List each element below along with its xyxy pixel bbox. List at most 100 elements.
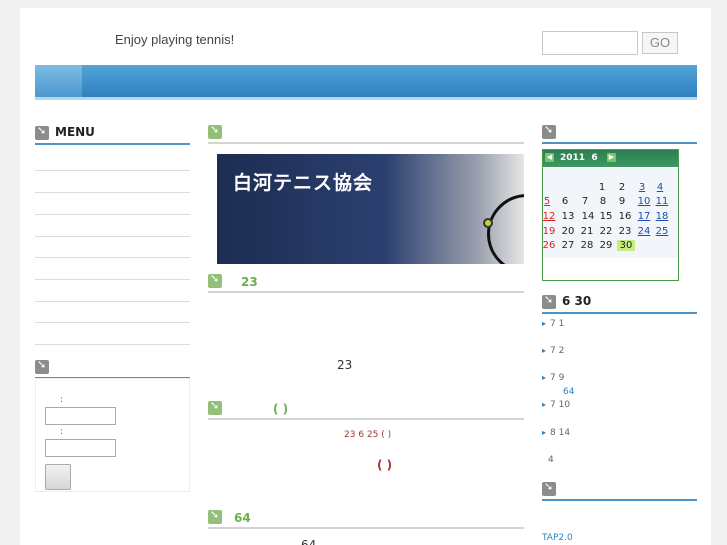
calendar-day: 22: [599, 226, 613, 237]
menu-item[interactable]: [35, 279, 190, 280]
update-item[interactable]: ▸ 7 1: [542, 319, 564, 329]
calendar-day: 26: [542, 240, 556, 251]
calendar-title-bar: ◀ 2011 6 ▶: [543, 150, 678, 167]
calendar-month-number: 6: [591, 153, 598, 163]
arrow-icon: [208, 123, 222, 139]
calendar-day: 20: [561, 226, 575, 237]
news-title-2[interactable]: ( ): [273, 402, 288, 416]
arrow-icon: [208, 399, 222, 415]
update-item[interactable]: ▸ 7 10: [542, 400, 570, 410]
news-header-3: 64: [208, 508, 524, 529]
menu-header: MENU: [35, 124, 190, 145]
menu-item[interactable]: [35, 170, 190, 171]
menu-item[interactable]: [35, 236, 190, 237]
calendar-day-link[interactable]: 17: [635, 211, 653, 222]
calendar-day-link[interactable]: 3: [633, 182, 651, 193]
update-item-label: 7 9: [550, 373, 565, 383]
news-title-3[interactable]: 64: [234, 511, 251, 525]
login-button[interactable]: [45, 464, 71, 490]
update-sub-link[interactable]: 64: [563, 387, 574, 397]
password-field[interactable]: [45, 439, 116, 457]
calendar-day: 23: [618, 226, 632, 237]
calendar-day-link[interactable]: 18: [653, 211, 671, 222]
bullet-arrow-icon: ▸: [542, 428, 547, 437]
update-count: 4: [548, 455, 554, 465]
banner-header: [208, 123, 524, 144]
calendar-day: 21: [580, 226, 594, 237]
page: Enjoy playing tennis! GO MENU : : 白河テニス協…: [20, 8, 711, 545]
calendar-day: 27: [561, 240, 575, 251]
menu-item[interactable]: [35, 192, 190, 193]
calendar-day-link[interactable]: 11: [653, 196, 671, 207]
ball-graphic: [483, 218, 493, 228]
calendar: ◀ 2011 6 ▶ 1 2 3 4 5 6 7 8 9 10 11 12 13…: [542, 149, 679, 281]
bullet-arrow-icon: ▸: [542, 319, 547, 328]
calendar-day-today: 30: [617, 240, 635, 251]
calendar-day: 15: [599, 211, 613, 222]
update-item-label: 7 10: [550, 400, 571, 410]
calendar-day: 1: [598, 182, 606, 193]
update-item-label: 7 2: [550, 346, 565, 356]
prev-arrow-icon[interactable]: ◀: [545, 153, 554, 162]
racket-graphic: [487, 194, 524, 264]
update-item[interactable]: ▸ 7 9: [542, 373, 564, 383]
calendar-day: 16: [618, 211, 632, 222]
calendar-day: 7: [581, 196, 589, 207]
calendar-day-link[interactable]: 10: [635, 196, 653, 207]
update-item[interactable]: ▸ 7 2: [542, 346, 564, 356]
login-box: : :: [35, 378, 190, 492]
user-label: :: [60, 395, 64, 405]
arrow-icon: [542, 293, 556, 309]
next-arrow-icon[interactable]: ▶: [607, 153, 616, 162]
calendar-day: 28: [580, 240, 594, 251]
tap-link[interactable]: TAP2.0: [542, 533, 573, 543]
arrow-icon: [542, 480, 556, 496]
go-button[interactable]: GO: [642, 32, 678, 54]
bullet-arrow-icon: ▸: [542, 346, 547, 355]
search-input[interactable]: [542, 31, 638, 55]
calendar-day: 29: [599, 240, 613, 251]
news-body-2: ( ): [377, 458, 393, 472]
menu-title: MENU: [55, 125, 95, 139]
calendar-header: [542, 123, 697, 144]
calendar-day: 8: [599, 196, 607, 207]
news-body-1: 23: [337, 358, 353, 372]
calendar-day-link[interactable]: 12: [540, 211, 558, 222]
menu-item[interactable]: [35, 214, 190, 215]
news-header-1: 23: [208, 272, 524, 293]
news-title-1[interactable]: 23: [241, 275, 258, 289]
calendar-day-link[interactable]: 25: [653, 226, 671, 237]
arrow-icon: [35, 124, 49, 140]
nav-bar: [35, 65, 697, 100]
calendar-day: 6: [561, 196, 569, 207]
banner-image: 白河テニス協会: [217, 154, 524, 264]
update-item[interactable]: ▸ 8 14: [542, 428, 570, 438]
updates-title: 6 30: [562, 294, 592, 308]
menu-item[interactable]: [35, 257, 190, 258]
bullet-arrow-icon: ▸: [542, 373, 547, 382]
password-label: :: [60, 427, 64, 437]
update-item-label: 7 1: [550, 319, 565, 329]
calendar-day-link[interactable]: 24: [635, 226, 653, 237]
calendar-day: 14: [581, 211, 595, 222]
calendar-day-link[interactable]: 4: [651, 182, 669, 193]
news-body-3: 64: [301, 538, 317, 545]
menu-item[interactable]: [35, 322, 190, 323]
nav-home-tab[interactable]: [35, 65, 82, 97]
login-header: [35, 358, 190, 379]
banner-title: 白河テニス協会: [233, 172, 374, 194]
menu-item[interactable]: [35, 301, 190, 302]
news-date-2: 23 6 25 ( ): [344, 430, 392, 440]
calendar-day: 19: [542, 226, 556, 237]
calendar-month: 2011 6: [560, 153, 598, 163]
update-item-label: 8 14: [550, 428, 571, 438]
calendar-day-link[interactable]: 5: [538, 196, 556, 207]
calendar-day: 13: [561, 211, 575, 222]
bullet-arrow-icon: ▸: [542, 400, 547, 409]
menu-item[interactable]: [35, 344, 190, 345]
arrow-icon: [208, 508, 222, 524]
username-field[interactable]: [45, 407, 116, 425]
links-header: [542, 480, 697, 501]
calendar-year: 2011: [560, 153, 586, 163]
arrow-icon: [35, 358, 49, 374]
